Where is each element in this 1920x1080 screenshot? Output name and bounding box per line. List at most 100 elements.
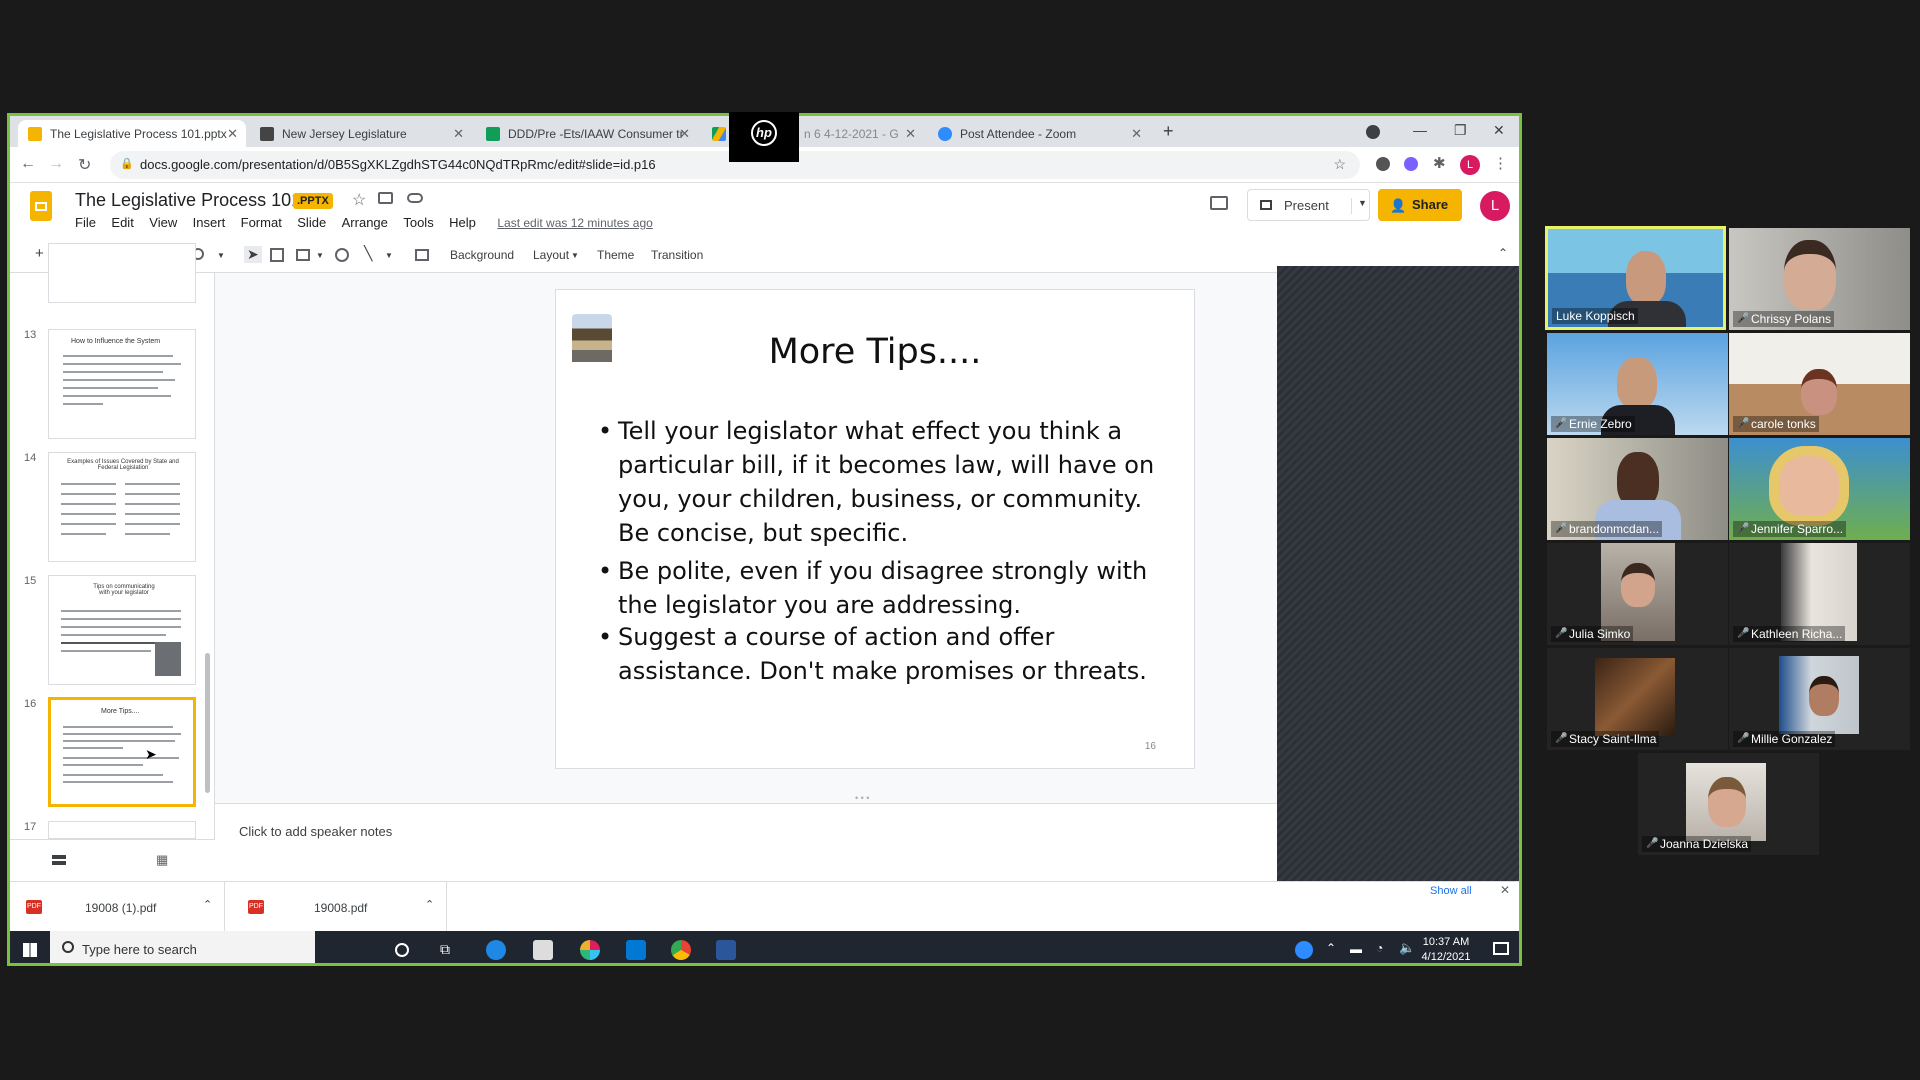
menu-slide[interactable]: Slide [297, 215, 326, 230]
present-button[interactable]: Present ▼ [1247, 189, 1370, 221]
close-tab-icon[interactable]: ✕ [905, 126, 916, 142]
participant-tile[interactable]: 🎤 Joanna Dzielska [1638, 753, 1819, 855]
menu-help[interactable]: Help [449, 215, 476, 230]
transition-button[interactable]: Transition [651, 248, 703, 262]
profile-avatar[interactable]: L [1460, 155, 1480, 175]
participant-tile[interactable]: 🎤 Jennifer Sparro... [1729, 438, 1910, 540]
menu-file[interactable]: File [75, 215, 96, 230]
menu-view[interactable]: View [149, 215, 177, 230]
image-icon[interactable] [296, 249, 310, 261]
slide-thumbnail-17[interactable] [48, 821, 196, 839]
notes-resize-handle[interactable]: • • • [855, 793, 869, 803]
slide-thumbnail-14[interactable]: Examples of Issues Covered by State and … [48, 452, 196, 562]
menu-edit[interactable]: Edit [111, 215, 133, 230]
close-tab-icon[interactable]: ✕ [227, 126, 238, 142]
participant-tile[interactable]: 🎤 Chrissy Polans [1729, 228, 1910, 330]
participant-tile[interactable]: 🎤 Julia Simko [1547, 543, 1728, 645]
download-item-1[interactable]: PDF 19008 (1).pdf ⌃ [10, 882, 225, 932]
cortana-icon[interactable] [395, 943, 409, 957]
menu-format[interactable]: Format [241, 215, 282, 230]
extension-icon[interactable] [1404, 157, 1418, 171]
select-cursor-icon[interactable]: ➤ [244, 246, 262, 263]
menu-insert[interactable]: Insert [193, 215, 226, 230]
participant-tile[interactable]: 🎤 brandonmcdan... [1547, 438, 1728, 540]
comment-icon[interactable] [415, 249, 429, 261]
menu-tools[interactable]: Tools [403, 215, 433, 230]
filmstrip-scrollbar[interactable] [205, 653, 210, 793]
back-icon[interactable]: ← [20, 155, 36, 173]
show-hidden-icons[interactable]: ⌃ [1326, 941, 1336, 955]
task-view-icon[interactable]: ⧉ [440, 941, 450, 958]
slide-16[interactable]: More Tips.... Tell your legislator what … [555, 289, 1195, 769]
minimize-icon[interactable]: — [1413, 122, 1427, 138]
text-box-icon[interactable] [270, 248, 284, 262]
show-all-button[interactable]: Show all [1430, 885, 1472, 897]
slide-thumbnail-15[interactable]: Tips on communicating with your legislat… [48, 575, 196, 685]
wifi-icon[interactable]: ◔ [1376, 941, 1383, 955]
taskbar-clock[interactable]: 10:37 AM 4/12/2021 [1416, 935, 1476, 963]
chrome-icon[interactable] [671, 940, 691, 960]
bookmark-star-icon[interactable]: ☆ [1333, 156, 1346, 173]
close-downloads-icon[interactable]: ✕ [1500, 883, 1510, 897]
zoom-dropdown-icon[interactable]: ▼ [217, 251, 225, 260]
new-tab-button[interactable]: + [1163, 121, 1174, 142]
document-title[interactable]: The Legislative Process 101 [75, 190, 301, 211]
layout-button[interactable]: Layout [533, 248, 569, 262]
background-button[interactable]: Background [450, 248, 514, 262]
help-icon[interactable] [1295, 941, 1313, 959]
slide-thumbnail-12[interactable] [48, 243, 196, 303]
extension-icon[interactable] [1376, 157, 1390, 171]
participant-tile[interactable]: 🎤 Stacy Saint-Ilma [1547, 648, 1728, 750]
participant-tile[interactable]: Luke Koppisch [1545, 226, 1726, 330]
cloud-status-icon[interactable] [407, 193, 423, 203]
participant-tile[interactable]: 🎤 carole tonks [1729, 333, 1910, 435]
participant-tile[interactable]: 🎤 Kathleen Richa... [1729, 543, 1910, 645]
volume-icon[interactable]: 🔈 [1399, 940, 1415, 956]
star-icon[interactable]: ☆ [352, 190, 366, 210]
store-icon[interactable] [533, 940, 553, 960]
download-menu-chevron-icon[interactable]: ⌃ [203, 898, 212, 911]
windows-start-icon[interactable] [23, 943, 37, 957]
slides-logo-icon[interactable] [30, 191, 52, 221]
tab-nj-legislature[interactable]: New Jersey Legislature ✕ [250, 120, 472, 147]
mail-icon[interactable] [626, 940, 646, 960]
participant-tile[interactable]: 🎤 Millie Gonzalez [1729, 648, 1910, 750]
close-tab-icon[interactable]: ✕ [679, 126, 690, 142]
taskbar-search[interactable]: Type here to search [50, 931, 315, 963]
grid-view-icon[interactable]: ▦ [156, 852, 168, 868]
line-dropdown-icon[interactable]: ▼ [385, 251, 393, 260]
speaker-notes[interactable]: Click to add speaker notes [215, 803, 1277, 881]
collapse-toolbar-icon[interactable]: ⌃ [1498, 246, 1508, 260]
new-slide-icon[interactable]: + [35, 245, 44, 262]
reload-icon[interactable]: ↻ [78, 155, 91, 175]
slack-icon[interactable] [580, 940, 600, 960]
close-tab-icon[interactable]: ✕ [1131, 126, 1142, 142]
share-button[interactable]: 👤 Share [1378, 189, 1462, 221]
line-icon[interactable]: ╲ [364, 245, 372, 262]
download-menu-chevron-icon[interactable]: ⌃ [425, 898, 434, 911]
theme-button[interactable]: Theme [597, 248, 634, 262]
close-window-icon[interactable]: ✕ [1493, 122, 1505, 139]
image-dropdown-icon[interactable]: ▼ [316, 251, 324, 260]
restore-icon[interactable]: ❐ [1454, 122, 1467, 139]
move-folder-icon[interactable] [378, 192, 393, 204]
tab-zoom[interactable]: Post Attendee - Zoom ✕ [928, 120, 1150, 147]
network-icon[interactable]: ▬ [1350, 942, 1362, 956]
tab-ddd-pre-ets[interactable]: DDD/Pre -Ets/IAAW Consumer tr ✕ [476, 120, 698, 147]
notifications-icon[interactable] [1493, 942, 1509, 955]
comments-icon[interactable] [1210, 196, 1228, 210]
edge-icon[interactable] [486, 940, 506, 960]
account-avatar[interactable]: L [1480, 191, 1510, 221]
slide-thumbnail-13[interactable]: How to Influence the System [48, 329, 196, 439]
forward-icon[interactable]: → [48, 155, 64, 173]
list-view-icon[interactable] [52, 855, 66, 865]
participant-tile[interactable]: 🎤 Ernie Zebro [1547, 333, 1728, 435]
menu-arrange[interactable]: Arrange [342, 215, 388, 230]
layout-dropdown-icon[interactable]: ▼ [571, 251, 579, 260]
puzzle-icon[interactable]: ✱ [1433, 154, 1446, 172]
tab-search-icon[interactable] [1366, 125, 1380, 139]
tab-legislative-process[interactable]: The Legislative Process 101.pptx ✕ [18, 120, 246, 147]
shape-icon[interactable] [335, 248, 349, 262]
word-icon[interactable] [716, 940, 736, 960]
slide-thumbnail-16[interactable]: More Tips.... ➤ [48, 697, 196, 807]
